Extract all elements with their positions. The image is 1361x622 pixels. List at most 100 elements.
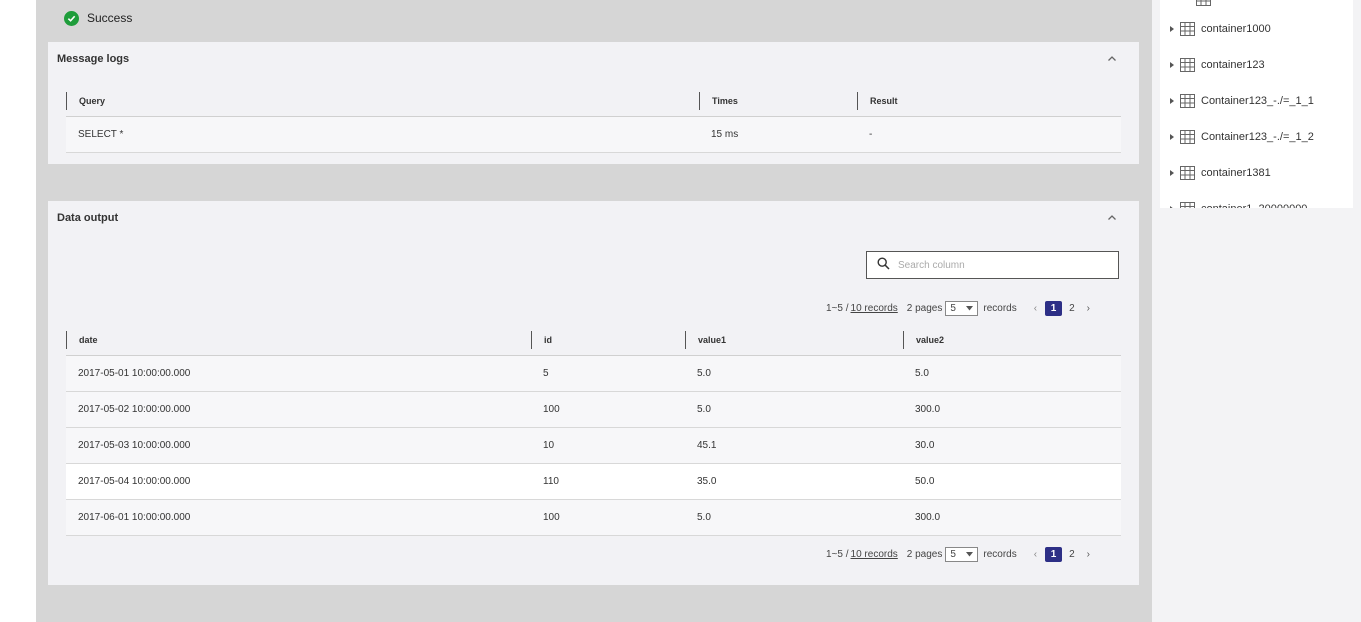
page-size-value: 5	[950, 302, 956, 314]
table-row: 2017-06-01 10:00:00.000 100 5.0 300.0	[66, 500, 1121, 536]
cell-date: 2017-05-01 10:00:00.000	[78, 368, 191, 379]
caret-right-icon[interactable]	[1160, 98, 1180, 104]
prev-page-button[interactable]: ‹	[1034, 303, 1037, 314]
cell-value1: 35.0	[697, 476, 717, 487]
caret-right-icon[interactable]	[1160, 206, 1180, 208]
cell-id: 10	[543, 440, 555, 451]
cell-value2: 50.0	[915, 476, 935, 487]
tree-item-container1381[interactable]: container1381	[1160, 164, 1271, 182]
search-column-input[interactable]	[896, 258, 1100, 272]
caret-right-icon[interactable]	[1160, 170, 1180, 176]
cell-value1: 5.0	[697, 404, 711, 415]
pages-count: 2 pages	[906, 302, 943, 314]
pagination-top: 1~5 / 10 records 2 pages 5 records ‹ 1 2…	[826, 299, 1090, 317]
cell-value2: 30.0	[915, 440, 935, 451]
cell-date: 2017-05-04 10:00:00.000	[78, 476, 191, 487]
message-logs-title: Message logs	[57, 53, 130, 65]
table-icon	[1180, 58, 1195, 72]
tree-item-label: Container123_-./=_1_2	[1201, 131, 1314, 143]
page-1-button[interactable]: 1	[1045, 300, 1063, 316]
message-logs-panel: Message logs Query Times Result SELECT *…	[48, 42, 1139, 164]
cell-value1: 5.0	[697, 512, 711, 523]
pagination-range: 1~5 /	[826, 302, 849, 314]
page-size-select[interactable]: 5	[945, 546, 979, 562]
search-column-box[interactable]	[866, 251, 1119, 279]
column-header-date[interactable]: date	[66, 331, 98, 349]
tree-item-label: container1381	[1201, 167, 1271, 179]
next-page-button[interactable]: ›	[1087, 549, 1090, 560]
records-link[interactable]: 10 records	[851, 549, 898, 560]
caret-right-icon[interactable]	[1160, 62, 1180, 68]
cell-id: 100	[543, 512, 560, 523]
cell-times: 15 ms	[711, 129, 739, 140]
cell-value2: 5.0	[915, 368, 929, 379]
caret-right-icon[interactable]	[1160, 134, 1180, 140]
caret-right-icon[interactable]	[1160, 26, 1180, 32]
status-text: Success	[87, 11, 133, 25]
table-row: 2017-05-03 10:00:00.000 10 45.1 30.0	[66, 428, 1121, 464]
caret-down-icon	[966, 305, 974, 310]
cell-value1: 5.0	[697, 368, 711, 379]
pagination-bottom: 1~5 / 10 records 2 pages 5 records ‹ 1 2…	[826, 545, 1090, 563]
page-1-button[interactable]: 1	[1045, 546, 1063, 562]
data-output-panel: Data output 1~5 / 10 records 2 pages 5 r…	[48, 201, 1139, 585]
cell-date: 2017-05-02 10:00:00.000	[78, 404, 191, 415]
column-header-value1[interactable]: value1	[685, 331, 726, 349]
tree-item-container123-1-1[interactable]: Container123_-./=_1_1	[1160, 92, 1314, 110]
cell-value2: 300.0	[915, 404, 941, 415]
page-2-button[interactable]: 2	[1069, 303, 1075, 314]
records-label: records	[983, 548, 1017, 560]
table-header: date id value1 value2	[66, 325, 1121, 356]
status-row: Success	[64, 10, 132, 26]
table-header: Query Times Result	[66, 86, 1121, 117]
container-tree: container1000 container123 Container123_…	[1160, 0, 1353, 208]
tree-item-container1000[interactable]: container1000	[1160, 20, 1271, 38]
cell-date: 2017-06-01 10:00:00.000	[78, 512, 191, 523]
table-icon	[1180, 94, 1195, 108]
records-label: records	[983, 302, 1017, 314]
tree-item-container123[interactable]: container123	[1160, 56, 1265, 74]
column-header-value2[interactable]: value2	[903, 331, 944, 349]
cell-id: 5	[543, 368, 549, 379]
cell-result: -	[869, 129, 873, 140]
column-header-query[interactable]: Query	[66, 92, 105, 110]
tree-item-label: Container123_-./=_1_1	[1201, 95, 1314, 107]
search-icon	[877, 257, 890, 273]
table-icon	[1180, 202, 1195, 208]
pages-count: 2 pages	[906, 548, 943, 560]
cell-value1: 45.1	[697, 440, 717, 451]
data-output-title: Data output	[57, 212, 119, 224]
cell-id: 110	[543, 476, 559, 487]
tree-item-container1-20000000[interactable]: container1_20000000	[1160, 200, 1307, 208]
chevron-up-icon[interactable]	[1107, 54, 1117, 64]
column-header-result[interactable]: Result	[857, 92, 898, 110]
message-logs-table: Query Times Result SELECT * 15 ms -	[66, 86, 1121, 153]
page-size-value: 5	[950, 548, 956, 560]
caret-down-icon	[966, 551, 974, 556]
page-size-select[interactable]: 5	[945, 300, 979, 316]
table-row: SELECT * 15 ms -	[66, 117, 1121, 153]
records-link[interactable]: 10 records	[851, 303, 898, 314]
data-output-table: date id value1 value2 2017-05-01 10:00:0…	[66, 325, 1121, 536]
tree-item-label: container123	[1201, 59, 1265, 71]
table-icon	[1180, 22, 1195, 36]
table-icon	[1180, 130, 1195, 144]
column-header-id[interactable]: id	[531, 331, 552, 349]
table-icon	[1180, 166, 1195, 180]
pagination-range: 1~5 /	[826, 548, 849, 560]
page-2-button[interactable]: 2	[1069, 549, 1075, 560]
prev-page-button[interactable]: ‹	[1034, 549, 1037, 560]
column-header-times[interactable]: Times	[699, 92, 738, 110]
table-row: 2017-05-01 10:00:00.000 5 5.0 5.0	[66, 356, 1121, 392]
check-circle-icon	[64, 10, 79, 26]
table-row: 2017-05-02 10:00:00.000 100 5.0 300.0	[66, 392, 1121, 428]
next-page-button[interactable]: ›	[1087, 303, 1090, 314]
cell-value2: 300.0	[915, 512, 941, 523]
cell-query: SELECT *	[78, 129, 124, 140]
main-area: Success Message logs Query Times Result …	[36, 0, 1152, 622]
tree-item-container123-1-2[interactable]: Container123_-./=_1_2	[1160, 128, 1314, 146]
cell-id: 100	[543, 404, 560, 415]
tree-item-label: container1000	[1201, 23, 1271, 35]
cell-date: 2017-05-03 10:00:00.000	[78, 440, 191, 451]
chevron-up-icon[interactable]	[1107, 213, 1117, 223]
